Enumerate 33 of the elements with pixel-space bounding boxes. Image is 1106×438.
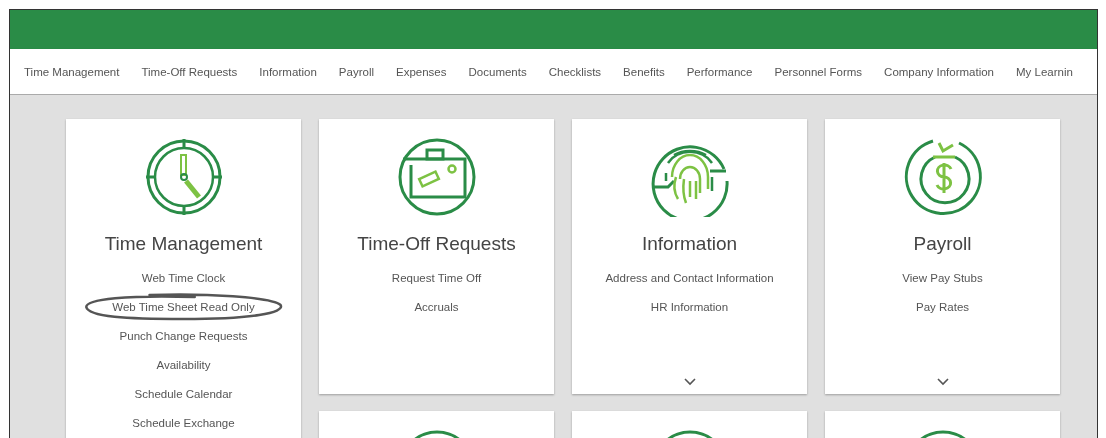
card-link[interactable]: Request Time Off [391, 271, 482, 284]
nav-link[interactable]: Personnel Forms [774, 65, 863, 78]
card-link[interactable]: View Pay Stubs [902, 271, 983, 284]
chevron-down-icon[interactable] [683, 378, 696, 386]
nav-link[interactable]: Time Management [24, 65, 120, 78]
card-link[interactable]: Punch Change Requests [119, 329, 248, 342]
nav-link[interactable]: Checklists [548, 65, 602, 78]
briefcase-icon [396, 137, 477, 217]
nav-link[interactable]: My Learnin [1016, 65, 1073, 78]
clock-icon [143, 137, 224, 217]
card-link[interactable]: Availability [156, 358, 211, 371]
card-link[interactable]: Address and Contact Information [605, 271, 774, 284]
card-link[interactable]: Accruals [414, 300, 459, 313]
card-title: Time-Off Requests [357, 233, 516, 255]
card-title: Payroll [913, 233, 972, 255]
card-link[interactable]: Web Time Sheet Read Only [112, 300, 255, 313]
nav-link[interactable]: Information [259, 65, 317, 78]
chevron-down-icon[interactable] [936, 378, 949, 386]
nav-link[interactable]: Benefits [623, 65, 665, 78]
card-link[interactable]: Schedule Calendar [134, 387, 233, 400]
card-link[interactable]: Web Time Clock [141, 271, 226, 284]
nav-link[interactable]: Documents [468, 65, 527, 78]
card-link[interactable]: Schedule Exchange [132, 416, 235, 429]
nav-link[interactable]: Payroll [338, 65, 374, 78]
card-title: Time Management [104, 233, 263, 255]
card-title: Information [641, 233, 737, 255]
nav-link[interactable]: Company Information [884, 65, 995, 78]
nav-link[interactable]: Time-Off Requests [141, 65, 238, 78]
money-bag-icon [902, 137, 983, 217]
nav-link[interactable]: Expenses [396, 65, 447, 78]
card-link[interactable]: HR Information [650, 300, 729, 313]
nav-link[interactable]: Performance [686, 65, 753, 78]
card-link[interactable]: Pay Rates [915, 300, 970, 313]
